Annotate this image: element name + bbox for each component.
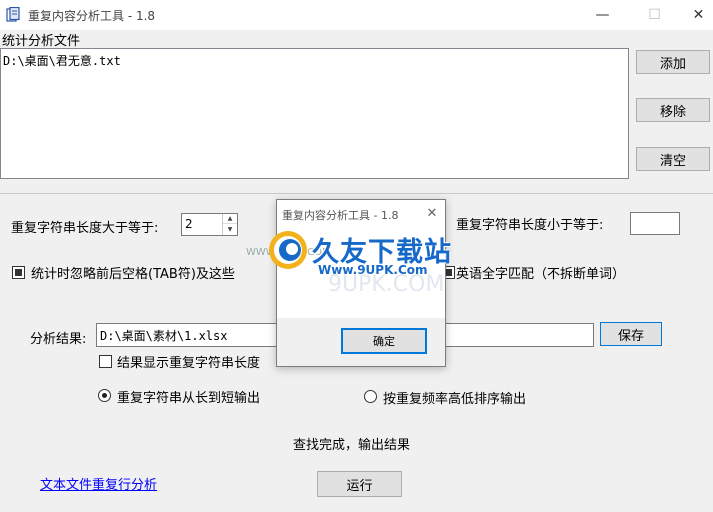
max-length-input[interactable]: [630, 212, 680, 235]
min-length-label: 重复字符串长度大于等于:: [11, 221, 159, 236]
ignore-whitespace-label: 统计时忽略前后空格(TAB符)及这些: [31, 267, 235, 282]
show-length-label: 结果显示重复字符串长度: [117, 356, 261, 371]
remove-button[interactable]: 移除: [636, 98, 710, 122]
ignore-whitespace-checkbox[interactable]: [12, 266, 25, 279]
maximize-button[interactable]: ☐: [632, 0, 677, 30]
add-button[interactable]: 添加: [636, 50, 710, 74]
order-long-to-short-label: 重复字符串从长到短输出: [117, 391, 261, 406]
english-whole-word-label: 英语全字匹配（不拆断单词）: [456, 267, 626, 282]
order-by-frequency-label: 按重复频率高低排序输出: [383, 392, 527, 407]
min-length-stepper[interactable]: 2 ▲ ▼: [181, 213, 238, 236]
min-length-value: 2: [185, 217, 193, 231]
dialog-body: [277, 228, 445, 318]
list-item[interactable]: D:\桌面\君无意.txt: [3, 52, 121, 69]
app-icon: [6, 7, 20, 22]
result-label: 分析结果:: [30, 332, 87, 347]
window-title: 重复内容分析工具 - 1.8: [28, 9, 156, 23]
max-length-label: 重复字符串长度小于等于:: [456, 218, 604, 233]
dialog-close-icon[interactable]: ✕: [422, 203, 442, 223]
run-button[interactable]: 运行: [317, 471, 402, 497]
files-label: 统计分析文件: [2, 34, 81, 49]
message-dialog: 重复内容分析工具 - 1.8 ✕ 确定: [276, 199, 446, 367]
line-analysis-link[interactable]: 文本文件重复行分析: [40, 474, 157, 493]
dialog-title-bar: 重复内容分析工具 - 1.8 ✕: [277, 200, 445, 228]
show-length-checkbox[interactable]: [99, 355, 112, 368]
stepper-up-icon[interactable]: ▲: [223, 214, 237, 224]
main-window: 重复内容分析工具 - 1.8 — ☐ ✕ 统计分析文件 D:\桌面\君无意.tx…: [0, 0, 713, 512]
file-list[interactable]: D:\桌面\君无意.txt: [0, 48, 629, 179]
minimize-button[interactable]: —: [580, 0, 625, 30]
ok-button[interactable]: 确定: [341, 328, 427, 354]
divider: [0, 193, 713, 194]
stepper-down-icon[interactable]: ▼: [223, 224, 237, 234]
stepper-arrows: ▲ ▼: [222, 214, 237, 235]
order-by-frequency-radio[interactable]: [364, 390, 377, 403]
close-button[interactable]: ✕: [676, 0, 713, 30]
clear-button[interactable]: 清空: [636, 147, 710, 171]
title-bar: 重复内容分析工具 - 1.8 — ☐ ✕: [0, 0, 713, 30]
dialog-title: 重复内容分析工具 - 1.8: [282, 209, 399, 222]
status-message: 查找完成，输出结果: [293, 438, 411, 453]
order-long-to-short-radio[interactable]: [98, 389, 111, 402]
save-button[interactable]: 保存: [600, 322, 662, 346]
